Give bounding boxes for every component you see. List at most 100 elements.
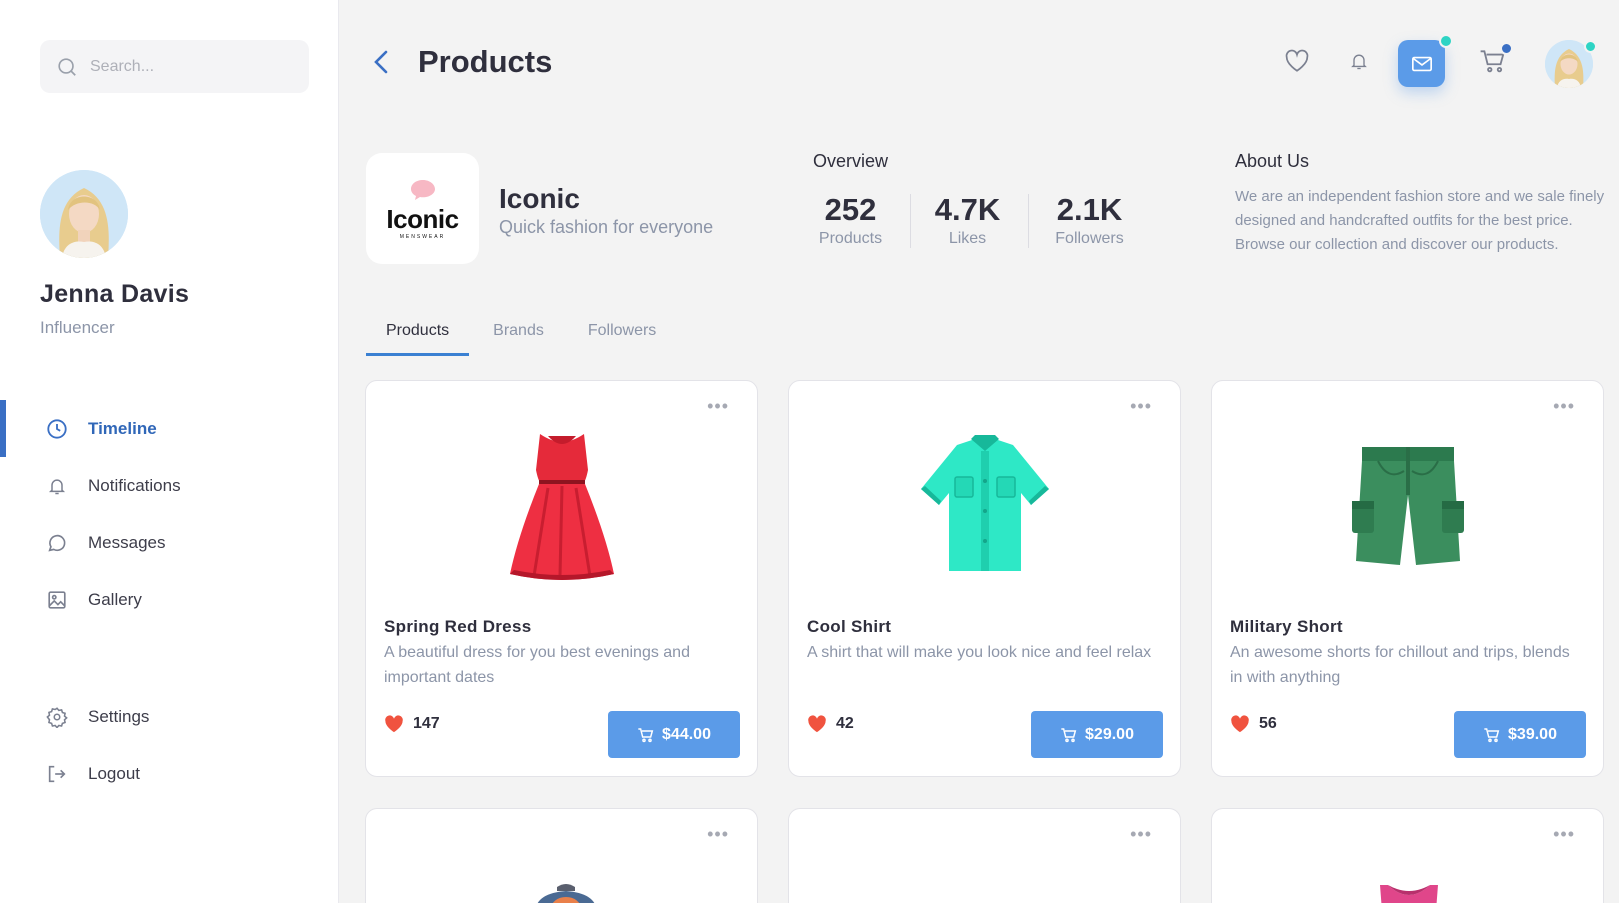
cart-status-dot — [1500, 42, 1513, 55]
add-to-cart-button[interactable]: $39.00 — [1454, 711, 1586, 758]
more-options-icon[interactable]: ••• — [707, 397, 729, 415]
add-to-cart-button[interactable]: $44.00 — [608, 711, 740, 758]
heart-filled-icon — [1231, 715, 1249, 733]
bell-icon — [1351, 54, 1367, 70]
about-heading: About Us — [1235, 151, 1310, 171]
sidebar-item-logout[interactable]: Logout — [0, 745, 339, 802]
search-input[interactable] — [90, 57, 290, 76]
back-button[interactable] — [370, 48, 392, 76]
product-price: $29.00 — [1085, 725, 1134, 743]
sidebar-item-label: Timeline — [88, 418, 157, 438]
sidebar-item-gallery[interactable]: Gallery — [0, 571, 339, 628]
stat-likes: 4.7K Likes — [910, 192, 1025, 248]
clock-icon — [46, 418, 68, 440]
messages-button[interactable] — [1398, 40, 1445, 87]
sidebar-item-timeline[interactable]: Timeline — [0, 400, 339, 457]
favorites-button[interactable] — [1282, 46, 1312, 76]
sidebar-item-label: Settings — [88, 706, 150, 726]
like-button[interactable]: 56 — [1230, 715, 1277, 733]
heart-filled-icon — [808, 715, 826, 733]
like-count: 42 — [836, 715, 854, 732]
profile-avatar — [40, 170, 128, 258]
product-card[interactable]: ••• — [1211, 808, 1604, 903]
product-title: Military Short — [1230, 617, 1343, 636]
cart-icon — [1061, 727, 1077, 742]
tab-products[interactable]: Products — [366, 316, 470, 356]
gear-icon — [46, 706, 68, 728]
about-text: We are an independent fashion store and … — [1235, 188, 1605, 253]
product-card[interactable]: ••• Military Short An awesome shorts for… — [1211, 380, 1604, 777]
stat-label: Followers — [1055, 230, 1124, 247]
stat-value: 2.1K — [1056, 192, 1123, 227]
sidebar-item-label: Logout — [88, 763, 140, 783]
image-icon — [46, 589, 68, 611]
heart-filled-icon — [385, 715, 403, 733]
heart-icon — [1285, 49, 1309, 72]
overview-heading: Overview — [813, 151, 889, 171]
product-description: A beautiful dress for you best evenings … — [384, 644, 690, 686]
product-price: $39.00 — [1508, 725, 1557, 743]
more-options-icon[interactable]: ••• — [707, 825, 729, 843]
brand-tagline: Quick fashion for everyone — [499, 217, 714, 237]
search-box[interactable] — [40, 40, 309, 93]
product-title: Spring Red Dress — [384, 617, 532, 636]
brand-logo-subtext: MENSWEAR — [399, 233, 446, 240]
teal-shirt-image — [789, 421, 1180, 591]
like-count: 56 — [1259, 715, 1277, 732]
like-button[interactable]: 42 — [807, 715, 854, 733]
sidebar-item-settings[interactable]: Settings — [0, 688, 339, 745]
like-button[interactable]: 147 — [384, 715, 440, 733]
pink-top-image — [1380, 885, 1438, 903]
more-options-icon[interactable]: ••• — [1553, 825, 1575, 843]
cap-image — [971, 899, 1001, 903]
mail-status-dot — [1439, 34, 1453, 48]
add-to-cart-button[interactable]: $29.00 — [1031, 711, 1163, 758]
sidebar-item-label: Gallery — [88, 589, 142, 609]
tab-brands[interactable]: Brands — [473, 316, 564, 356]
speech-bubble-logo-icon — [410, 179, 435, 200]
more-options-icon[interactable]: ••• — [1553, 397, 1575, 415]
profile-name: Jenna Davis — [40, 280, 190, 308]
sidebar-item-label: Messages — [88, 532, 166, 552]
tab-followers[interactable]: Followers — [568, 316, 676, 356]
online-status-dot — [1584, 40, 1597, 53]
sidebar-nav-secondary: Settings Logout — [0, 688, 339, 802]
cart-icon — [638, 727, 654, 742]
product-card[interactable]: ••• Spring Red Dress A beautiful dress f… — [365, 380, 758, 777]
like-count: 147 — [413, 715, 440, 732]
product-card[interactable]: ••• Cool Shirt A shirt that will make yo… — [788, 380, 1181, 777]
product-card[interactable]: ••• — [788, 808, 1181, 903]
sidebar-item-label: Notifications — [88, 475, 181, 495]
sidebar-item-messages[interactable]: Messages — [0, 514, 339, 571]
brand-name: Iconic — [499, 183, 580, 214]
stat-value: 4.7K — [934, 192, 1001, 227]
notifications-button[interactable] — [1344, 46, 1374, 76]
stat-value: 252 — [824, 192, 877, 227]
product-price: $44.00 — [662, 725, 711, 743]
stat-label: Products — [818, 230, 883, 247]
page-title: Products — [418, 44, 553, 79]
profile-role: Influencer — [40, 318, 115, 337]
more-options-icon[interactable]: ••• — [1130, 397, 1152, 415]
more-options-icon[interactable]: ••• — [1130, 825, 1152, 843]
tab-bar: Products Brands Followers — [366, 316, 680, 356]
mail-icon — [1411, 56, 1432, 71]
brand-logo: Iconic MENSWEAR — [366, 153, 479, 264]
sidebar-item-notifications[interactable]: Notifications — [0, 457, 339, 514]
backpack-image — [537, 884, 595, 903]
bell-icon — [46, 475, 68, 497]
product-card[interactable]: ••• — [365, 808, 758, 903]
stat-label: Likes — [948, 230, 987, 247]
product-description: A shirt that will make you look nice and… — [807, 644, 1152, 661]
green-shorts-image — [1212, 421, 1603, 591]
brand-logo-text: Iconic — [386, 203, 459, 234]
logout-icon — [46, 763, 68, 785]
chevron-left-icon — [374, 50, 388, 74]
red-dress-image — [366, 421, 757, 591]
product-title: Cool Shirt — [807, 617, 892, 636]
stat-divider — [1028, 194, 1029, 248]
chat-bubble-icon — [46, 532, 68, 554]
stat-products: 252 Products — [793, 192, 908, 248]
sidebar: Jenna Davis Influencer Timeline Notifica… — [0, 0, 339, 903]
sidebar-nav: Timeline Notifications Messages Gallery — [0, 400, 339, 628]
